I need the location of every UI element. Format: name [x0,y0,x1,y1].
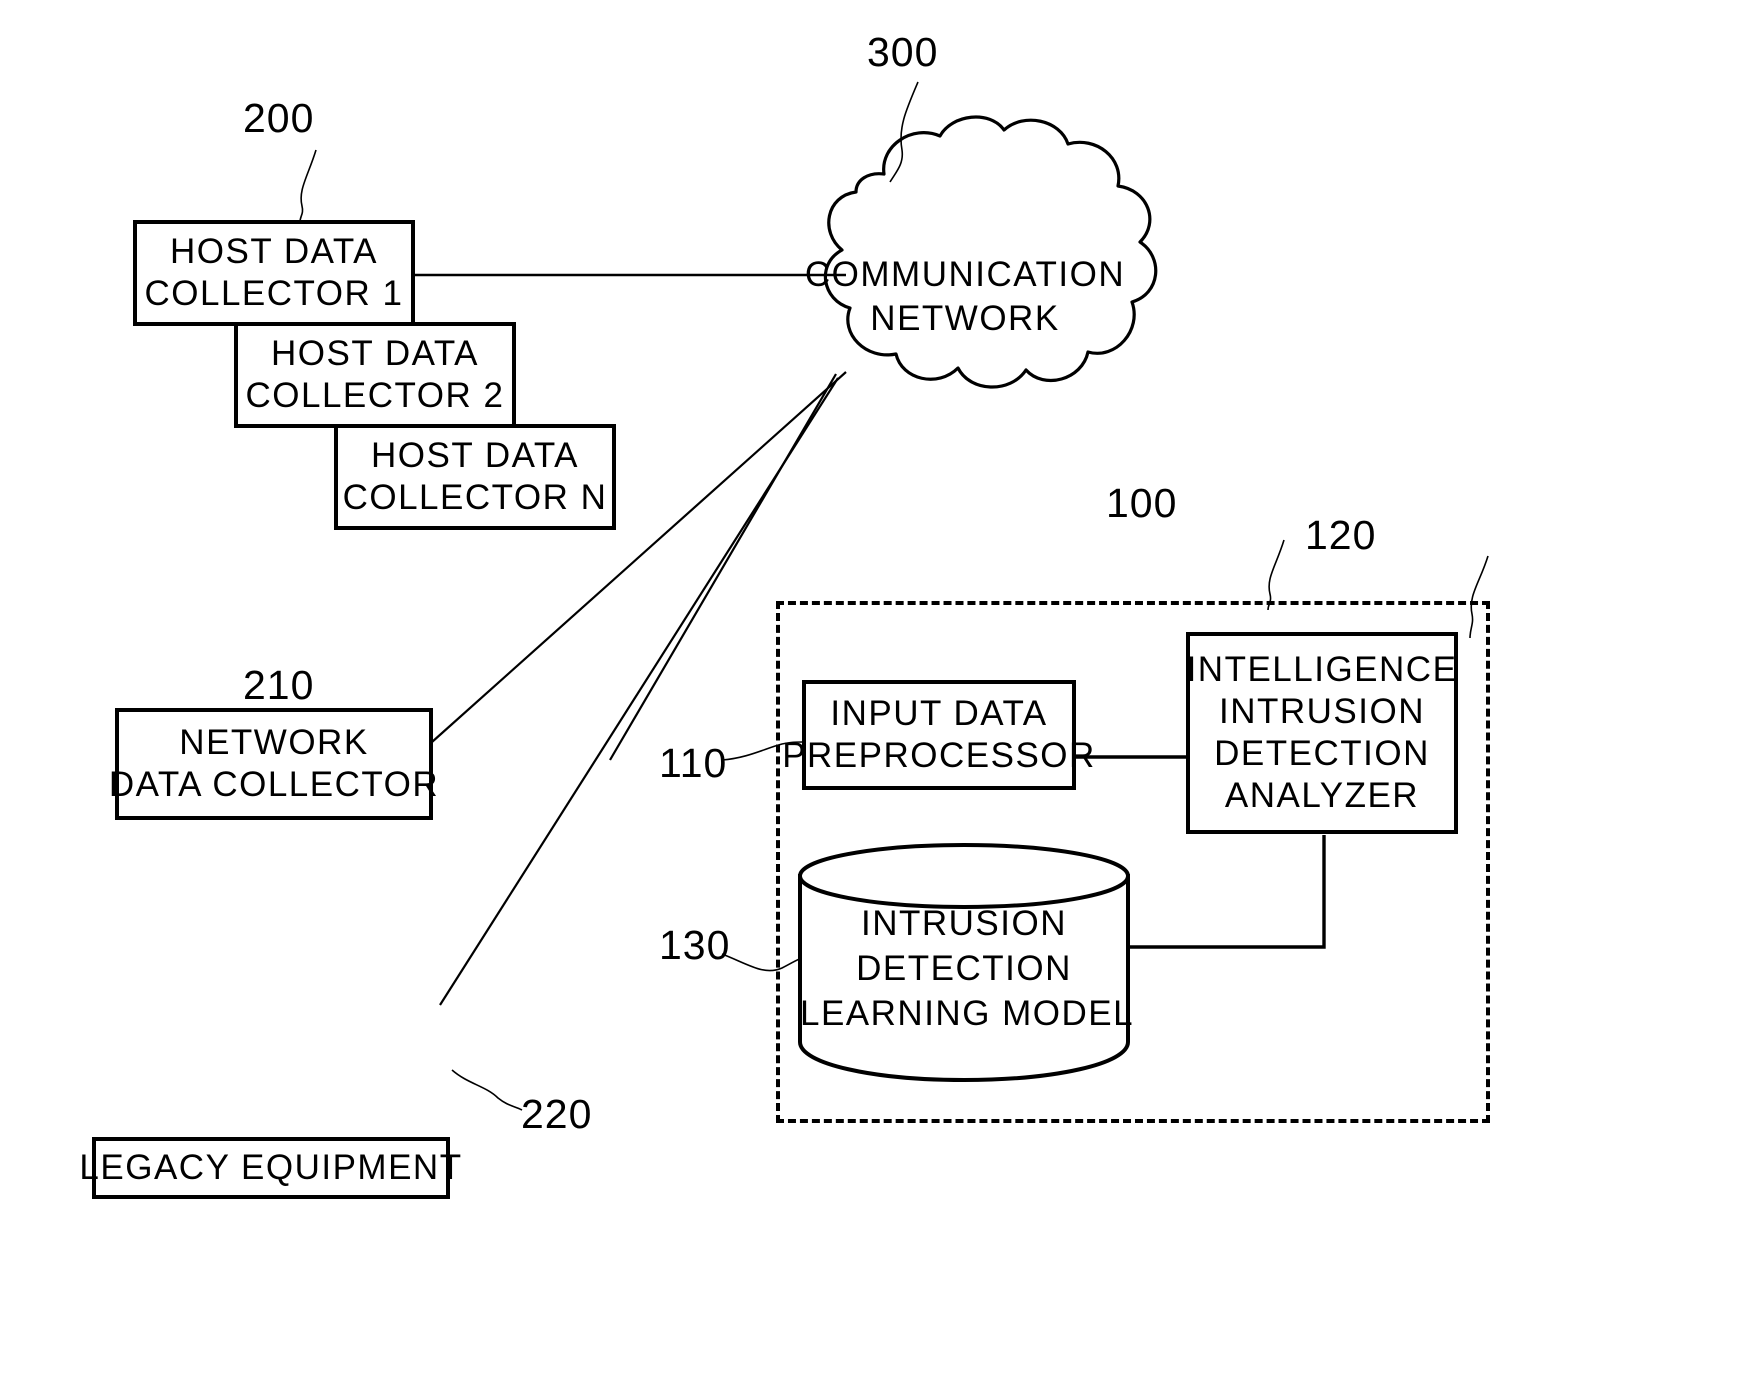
leader-100 [1267,539,1285,611]
host-data-collector-2-line2: COLLECTOR 2 [245,376,505,415]
analyzer-line3: DETECTION [1214,734,1430,773]
cloud-label-line2: NETWORK [870,298,1060,338]
leader-220 [451,1069,523,1111]
ref-100: 100 [1106,480,1178,526]
ref-110: 110 [659,740,728,786]
host-data-collector-1-line1: HOST DATA [170,232,378,271]
ref-300: 300 [867,29,939,75]
learning-model-line3: LEARNING MODEL [800,993,1135,1033]
legacy-equipment[interactable]: LEGACY EQUIPMENT [79,1137,461,1199]
ref-200: 200 [243,95,315,141]
ref-210: 210 [243,662,315,708]
host-data-collector-2-line1: HOST DATA [271,334,479,373]
host-data-collector-n-line2: COLLECTOR N [342,478,608,517]
legacy-equipment-label: LEGACY EQUIPMENT [79,1148,463,1187]
network-data-collector[interactable]: NETWORK DATA COLLECTOR [109,708,438,820]
host-data-collector-1-line2: COLLECTOR 1 [144,274,404,313]
host-data-collector-1[interactable]: HOST DATA COLLECTOR 1 [133,220,415,326]
host-data-collector-n-line1: HOST DATA [371,436,579,475]
input-data-preprocessor-line1: INPUT DATA [830,694,1048,733]
ref-120: 120 [1305,512,1377,558]
intelligence-intrusion-detection-analyzer[interactable]: INTELLIGENCE INTRUSION DETECTION ANALYZE… [1186,632,1458,834]
cloud-label-line1: COMMUNICATION [804,255,1126,294]
host-data-collector-n[interactable]: HOST DATA COLLECTOR N [334,424,616,530]
learning-model-line1: INTRUSION [861,904,1067,943]
ref-220: 220 [521,1091,593,1137]
input-data-preprocessor-line2: PREPROCESSOR [782,736,1096,775]
analyzer-line1: INTELLIGENCE [1186,650,1458,689]
analyzer-line2: INTRUSION [1219,692,1425,731]
network-data-collector-line2: DATA COLLECTOR [108,765,440,804]
host-data-collector-2[interactable]: HOST DATA COLLECTOR 2 [234,322,516,428]
intrusion-detection-learning-model-label: INTRUSION DETECTION LEARNING MODEL [800,902,1133,1036]
leader-200 [299,149,317,223]
network-data-collector-line1: NETWORK [179,723,369,762]
input-data-preprocessor[interactable]: INPUT DATA PREPROCESSOR [782,680,1094,790]
analyzer-line4: ANALYZER [1224,776,1420,815]
learning-model-line2: DETECTION [856,948,1072,988]
communication-network-label: COMMUNICATION NETWORK [800,253,1130,341]
figure-canvas: 200 300 210 220 100 120 110 130 HOST DAT… [0,0,1762,1388]
ref-130: 130 [659,922,731,968]
